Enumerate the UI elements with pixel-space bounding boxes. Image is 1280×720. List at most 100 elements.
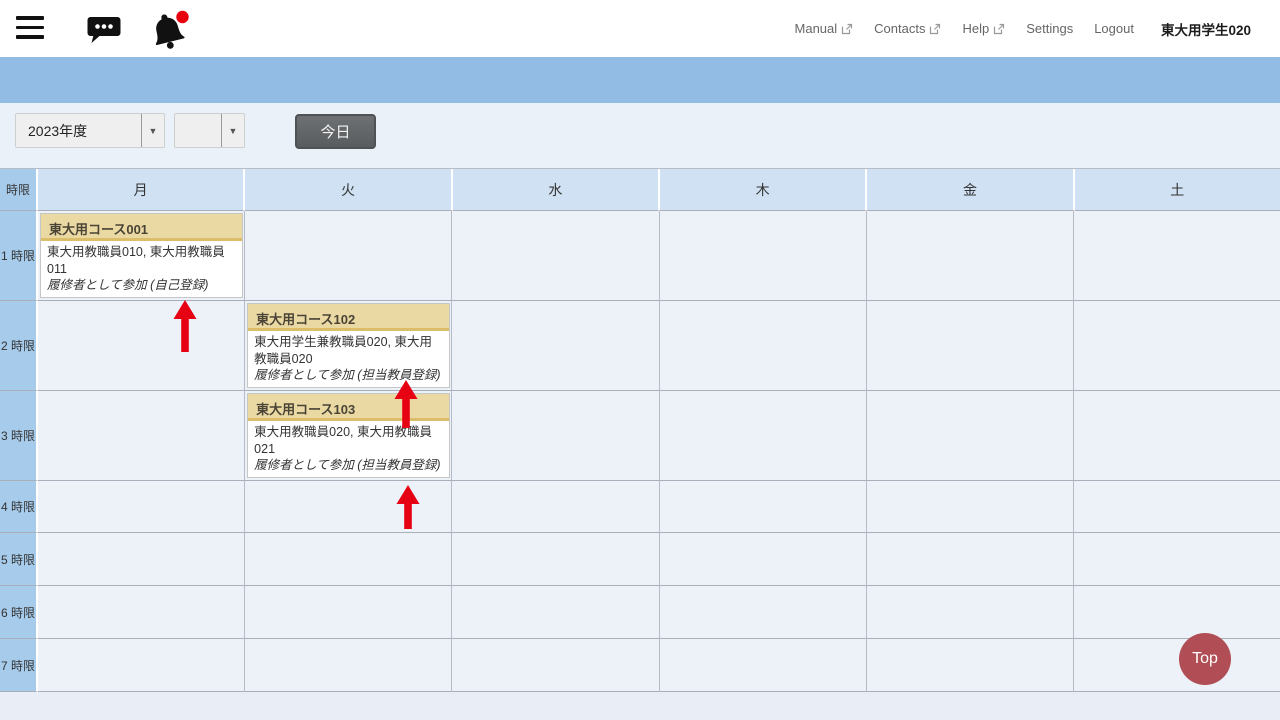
course-card[interactable]: 東大用コース103東大用教職員020, 東大用教職員021履修者として参加 (担… [247, 393, 450, 478]
topbar: Manual Contacts Help Settings Logout 東大用学生020 [0, 0, 1280, 57]
timetable-cell [452, 586, 659, 639]
timetable-cell [660, 639, 867, 692]
timetable-row: 3 時限東大用コース103東大用教職員020, 東大用教職員021履修者として参… [0, 391, 1280, 481]
timetable-cell [660, 391, 867, 481]
course-members: 東大用教職員020, 東大用教職員021 [254, 424, 443, 457]
timetable-cell [660, 211, 867, 301]
day-header-0: 月 [38, 169, 245, 211]
year-select[interactable]: 2023年度 ▼ [15, 113, 165, 148]
nav-link-logout[interactable]: Logout [1094, 21, 1134, 36]
timetable-cell: 東大用コース103東大用教職員020, 東大用教職員021履修者として参加 (担… [245, 391, 452, 481]
timetable-cell [867, 481, 1074, 533]
timetable-cell [38, 639, 245, 692]
nav-link-label: Settings [1026, 21, 1073, 36]
year-select-value: 2023年度 [16, 121, 141, 141]
timetable-cell: 東大用コース102東大用学生兼教職員020, 東大用教職員020履修者として参加… [245, 301, 452, 391]
chevron-down-icon: ▼ [141, 114, 164, 147]
messages-button[interactable] [86, 14, 122, 51]
course-title-link[interactable]: 東大用コース103 [248, 394, 449, 421]
filter-bar: 2023年度 ▼ ▼ 今日 2024年03月28日 [0, 103, 1280, 168]
timetable-grid: 時限月火水木金土1 時限東大用コース001東大用教職員010, 東大用教職員01… [0, 168, 1280, 692]
timetable-cell [867, 639, 1074, 692]
course-card-body: 東大用教職員020, 東大用教職員021履修者として参加 (担当教員登録) [248, 421, 449, 477]
day-header-3: 木 [660, 169, 867, 211]
term-select[interactable]: ▼ [174, 113, 245, 148]
notifications-button[interactable] [148, 8, 192, 57]
course-members: 東大用教職員010, 東大用教職員011 [47, 244, 236, 277]
course-role: 履修者として参加 (担当教員登録) [254, 367, 443, 383]
chevron-down-icon: ▼ [221, 114, 244, 147]
day-header-4: 金 [867, 169, 1074, 211]
timetable-cell [1074, 533, 1280, 586]
period-label-3: 3 時限 [0, 391, 38, 481]
nav-link-manual[interactable]: Manual [795, 21, 854, 36]
timetable-cell [245, 211, 452, 301]
timetable-cell [38, 481, 245, 533]
course-card[interactable]: 東大用コース001東大用教職員010, 東大用教職員011履修者として参加 (自… [40, 213, 243, 298]
day-header-2: 水 [453, 169, 660, 211]
timetable-cell [867, 586, 1074, 639]
external-link-icon [993, 23, 1005, 35]
timetable-cell [452, 533, 659, 586]
timetable-row: 1 時限東大用コース001東大用教職員010, 東大用教職員011履修者として参… [0, 211, 1280, 301]
nav-link-contacts[interactable]: Contacts [874, 21, 941, 36]
period-label-2: 2 時限 [0, 301, 38, 391]
timetable-cell [660, 533, 867, 586]
timetable-cell [660, 481, 867, 533]
top-button[interactable]: Top [1179, 633, 1231, 685]
timetable-cell [867, 533, 1074, 586]
course-card[interactable]: 東大用コース102東大用学生兼教職員020, 東大用教職員020履修者として参加… [247, 303, 450, 388]
course-title-link[interactable]: 東大用コース102 [248, 304, 449, 331]
period-label-4: 4 時限 [0, 481, 38, 533]
timetable-cell [38, 586, 245, 639]
period-label-7: 7 時限 [0, 639, 38, 692]
hamburger-menu-icon[interactable] [16, 16, 44, 40]
day-header-5: 土 [1075, 169, 1280, 211]
timetable-cell [452, 481, 659, 533]
period-label-1: 1 時限 [0, 211, 38, 301]
nav-link-help[interactable]: Help [962, 21, 1005, 36]
speech-bubble-icon [86, 33, 122, 50]
timetable-cell [452, 211, 659, 301]
timetable-cell [1074, 301, 1280, 391]
username: 東大用学生020 [1161, 19, 1251, 39]
timetable-cell [245, 639, 452, 692]
view-tab-band: 時間割 カレンダー [0, 57, 1280, 103]
notification-badge [176, 11, 188, 23]
timetable-cell [660, 586, 867, 639]
timetable-cell: 東大用コース001東大用教職員010, 東大用教職員011履修者として参加 (自… [38, 211, 245, 301]
period-column-header: 時限 [0, 169, 38, 211]
external-link-icon [841, 23, 853, 35]
timetable-cell [867, 211, 1074, 301]
timetable-cell [38, 301, 245, 391]
bell-icon [148, 39, 192, 56]
day-header-1: 火 [245, 169, 452, 211]
timetable-cell [245, 586, 452, 639]
course-members: 東大用学生兼教職員020, 東大用教職員020 [254, 334, 443, 367]
course-card-body: 東大用学生兼教職員020, 東大用教職員020履修者として参加 (担当教員登録) [248, 331, 449, 387]
course-role: 履修者として参加 (担当教員登録) [254, 457, 443, 473]
nav-link-settings[interactable]: Settings [1026, 21, 1073, 36]
timetable-cell [1074, 586, 1280, 639]
course-card-body: 東大用教職員010, 東大用教職員011履修者として参加 (自己登録) [41, 241, 242, 297]
today-button[interactable]: 今日 [295, 114, 376, 149]
timetable-cell [1074, 391, 1280, 481]
timetable-cell [452, 301, 659, 391]
page: Manual Contacts Help Settings Logout 東大用学生020… [0, 0, 1280, 720]
course-title-link[interactable]: 東大用コース001 [41, 214, 242, 241]
timetable-cell [245, 533, 452, 586]
timetable-row: 5 時限 [0, 533, 1280, 586]
timetable-cell [867, 301, 1074, 391]
timetable-row: 6 時限 [0, 586, 1280, 639]
timetable-cell [1074, 211, 1280, 301]
timetable-cell [1074, 481, 1280, 533]
timetable-cell [38, 391, 245, 481]
timetable-cell [867, 391, 1074, 481]
timetable-header-row: 時限月火水木金土 [0, 169, 1280, 211]
period-label-5: 5 時限 [0, 533, 38, 586]
nav-link-label: Manual [795, 21, 838, 36]
course-role: 履修者として参加 (自己登録) [47, 277, 236, 293]
timetable-cell [452, 639, 659, 692]
nav-link-label: Logout [1094, 21, 1134, 36]
topbar-nav: Manual Contacts Help Settings Logout 東大用学生020 [795, 0, 1251, 57]
